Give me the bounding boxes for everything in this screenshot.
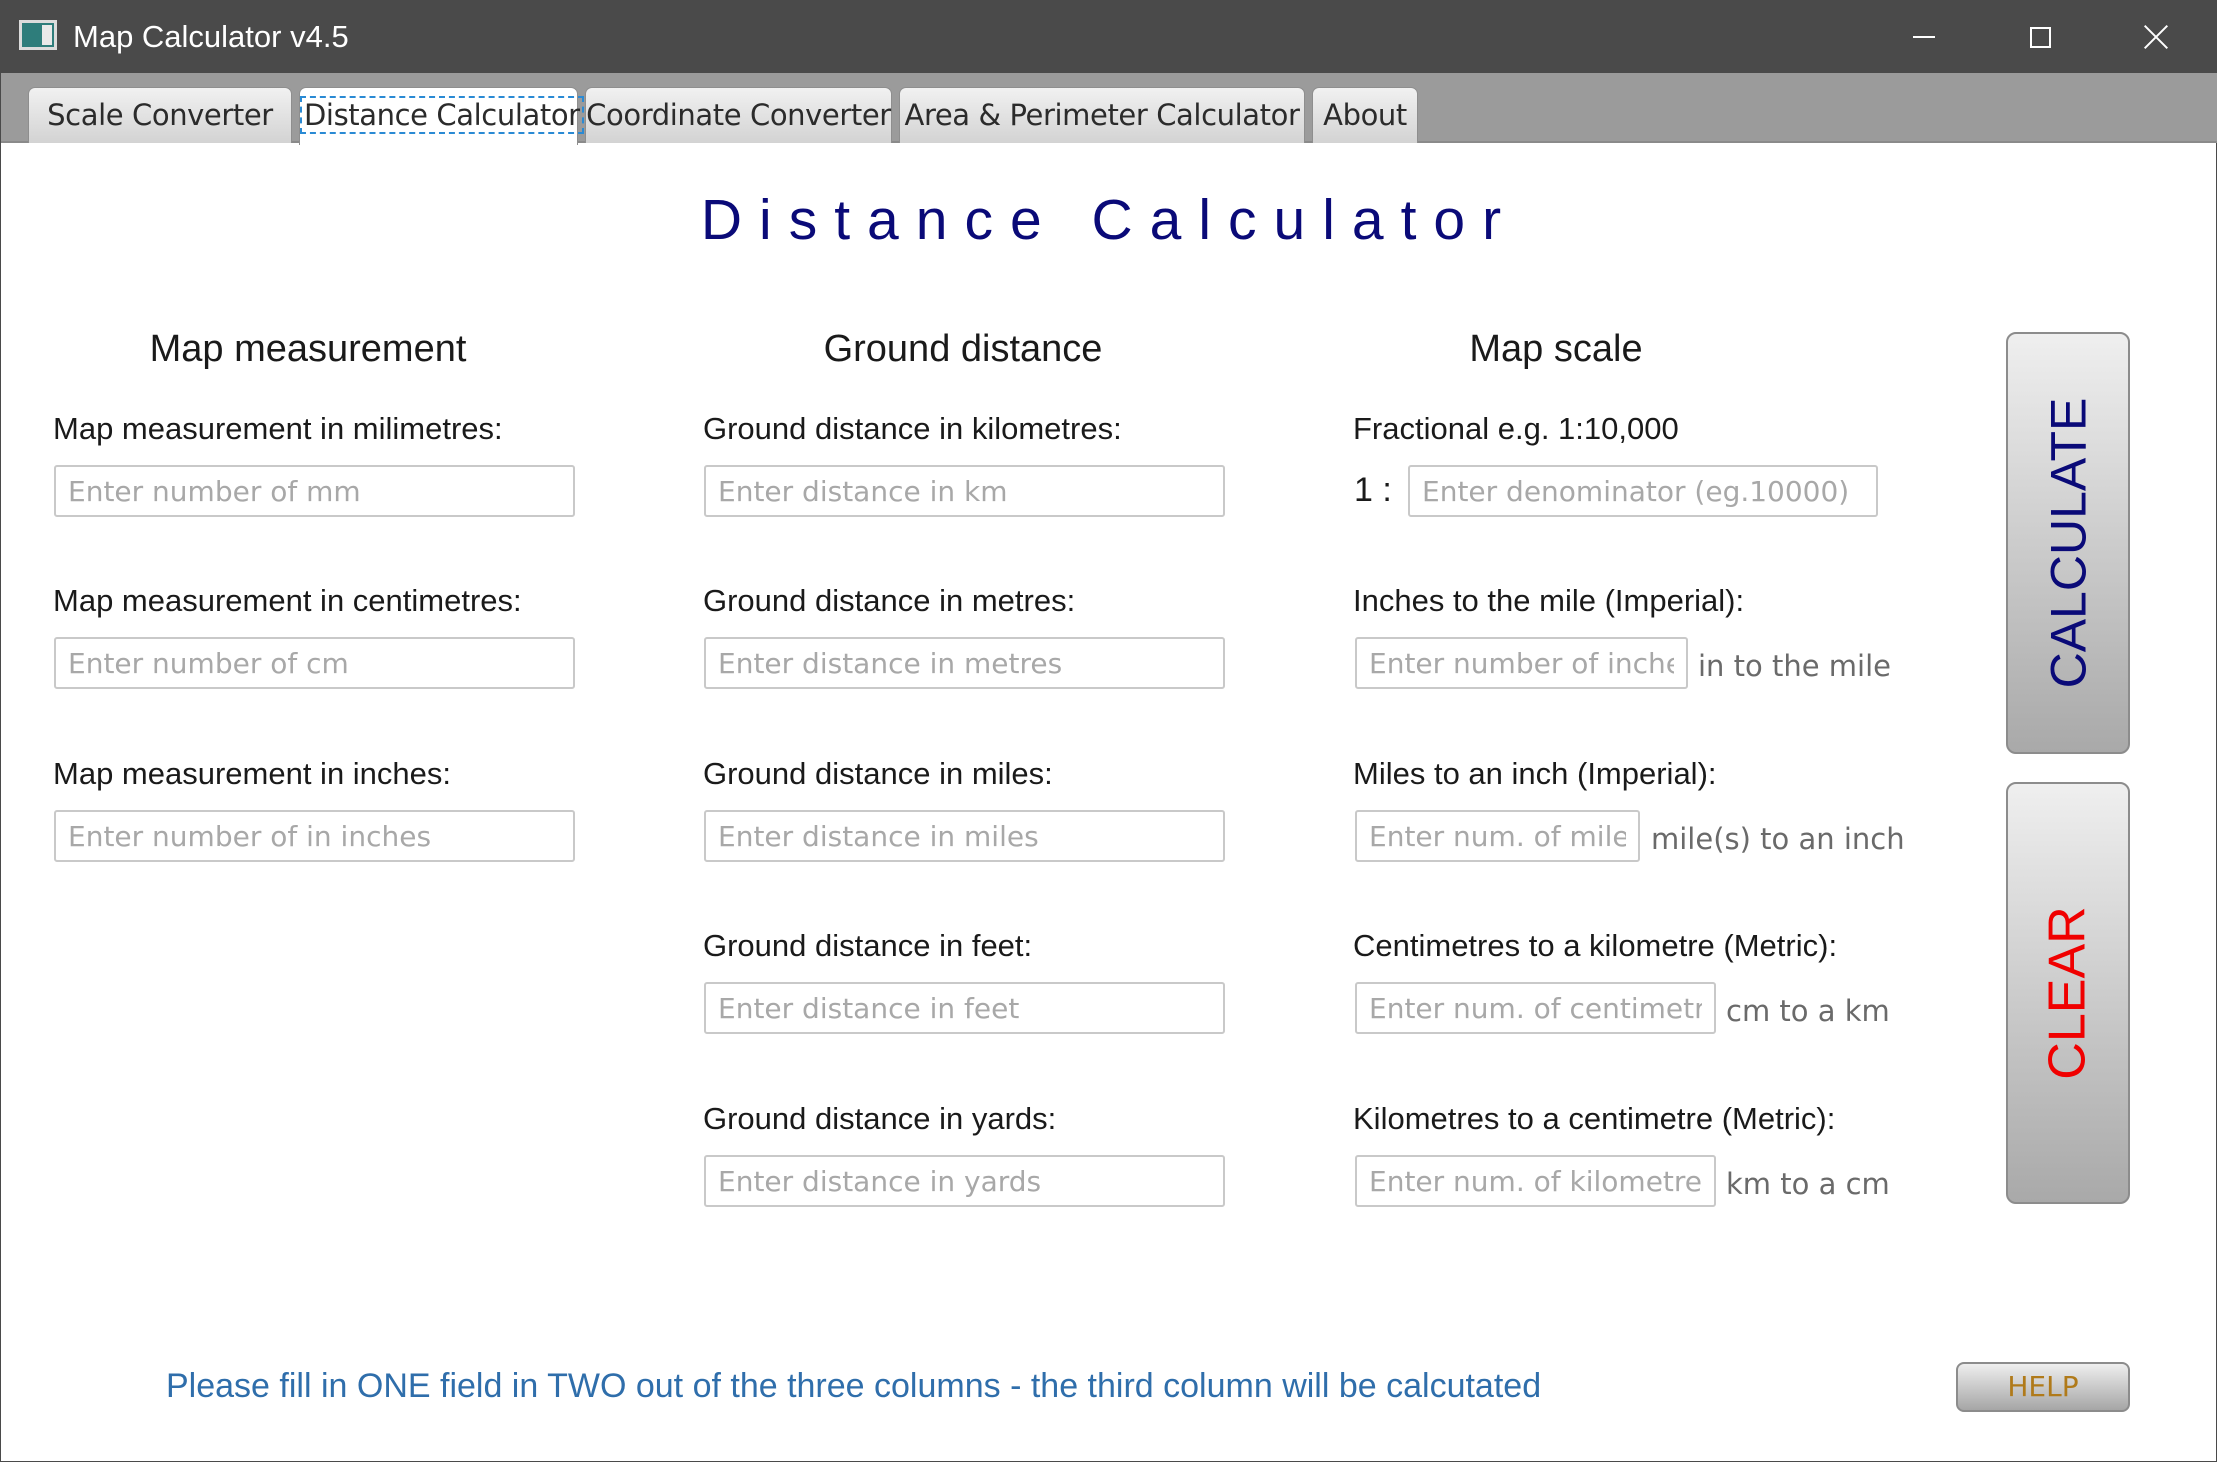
window-title: Map Calculator v4.5 [73,19,349,54]
miles-to-inch-label: Miles to an inch (Imperial): [1353,756,1717,791]
instructions-text: Please fill in ONE field in TWO out of t… [166,1367,1542,1405]
inches-to-mile-suffix: in to the mile [1698,649,1892,683]
fractional-scale-label: Fractional e.g. 1:10,000 [1353,411,1679,446]
app-window: Map Calculator v4.5 Scale Converter Dist… [0,0,2217,1462]
title-bar[interactable]: Map Calculator v4.5 [1,1,2217,73]
calculate-button[interactable]: CALCULATE [2006,332,2130,754]
miles-to-inch-suffix: mile(s) to an inch [1651,822,1905,856]
maximize-icon [2029,26,2051,48]
map-inches-input[interactable] [54,810,575,862]
ground-yards-label: Ground distance in yards: [703,1101,1057,1136]
maximize-button[interactable] [1995,1,2085,73]
close-icon [2144,25,2168,49]
help-button[interactable]: HELP [1956,1362,2130,1412]
map-cm-label: Map measurement in centimetres: [53,583,522,618]
tab-scale-converter[interactable]: Scale Converter [28,87,292,143]
map-cm-input[interactable] [54,637,575,689]
page-title: Distance Calculator [700,188,1519,252]
cm-to-km-label: Centimetres to a kilometre (Metric): [1353,928,1838,963]
inches-to-mile-label: Inches to the mile (Imperial): [1353,583,1745,618]
miles-to-inch-input[interactable] [1355,810,1640,862]
map-mm-input[interactable] [54,465,575,517]
km-to-cm-input[interactable] [1355,1155,1716,1207]
km-to-cm-label: Kilometres to a centimetre (Metric): [1353,1101,1836,1136]
ground-feet-label: Ground distance in feet: [703,928,1033,963]
map-app-icon [19,20,57,50]
cm-to-km-input[interactable] [1355,982,1716,1034]
ground-km-label: Ground distance in kilometres: [703,411,1122,446]
map-mm-label: Map measurement in milimetres: [53,411,503,446]
close-button[interactable] [2111,1,2201,73]
map-scale-title: Map scale [1469,328,1643,370]
ratio-prefix: 1 : [1354,471,1392,509]
ground-miles-input[interactable] [704,810,1225,862]
ground-yards-input[interactable] [704,1155,1225,1207]
map-inches-label: Map measurement in inches: [53,756,452,791]
tab-bar: Scale Converter Distance Calculator Coor… [1,73,2217,145]
tab-area-perimeter-calculator[interactable]: Area & Perimeter Calculator [899,87,1305,143]
ground-distance-title: Ground distance [823,328,1103,370]
scale-denominator-input[interactable] [1408,465,1878,517]
clear-button[interactable]: CLEAR [2006,782,2130,1204]
ground-feet-input[interactable] [704,982,1225,1034]
minimize-button[interactable] [1879,1,1969,73]
ground-km-input[interactable] [704,465,1225,517]
tab-distance-calculator[interactable]: Distance Calculator [299,87,584,145]
km-to-cm-suffix: km to a cm [1726,1167,1890,1201]
map-measurement-title: Map measurement [149,328,467,370]
inches-to-mile-input[interactable] [1355,637,1688,689]
tab-about[interactable]: About [1312,87,1418,143]
tab-coordinate-converter[interactable]: Coordinate Converter [585,87,892,143]
ground-miles-label: Ground distance in miles: [703,756,1053,791]
minimize-icon [1913,36,1935,38]
cm-to-km-suffix: cm to a km [1726,994,1890,1028]
ground-metres-label: Ground distance in metres: [703,583,1076,618]
ground-metres-input[interactable] [704,637,1225,689]
